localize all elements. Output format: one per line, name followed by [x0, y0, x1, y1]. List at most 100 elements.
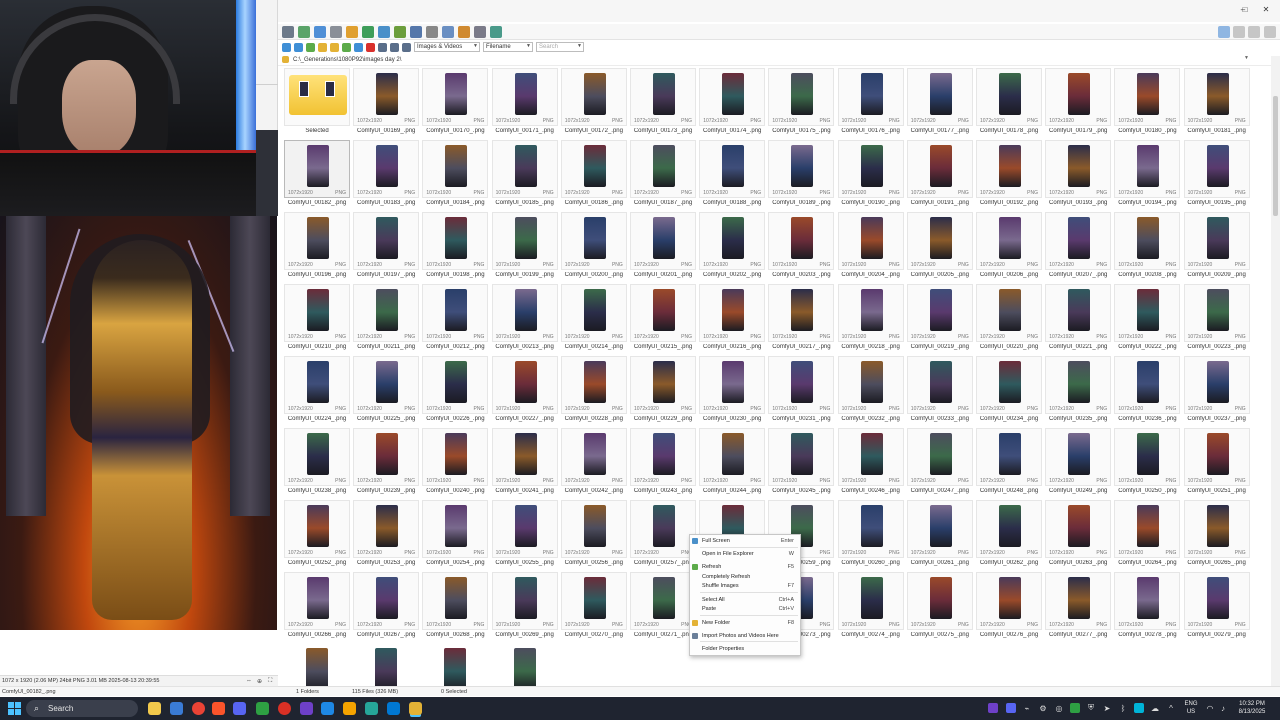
- network-tray-icon[interactable]: ⌁: [1022, 703, 1032, 713]
- image-tile[interactable]: 1072x1920 PNG ComfyUI_00191_.png: [906, 140, 973, 210]
- image-tile[interactable]: 1072x1920 PNG ComfyUI_00253_.png: [353, 500, 420, 570]
- image-tile[interactable]: 1072x1920 PNG ComfyUI_00228_.png: [560, 356, 627, 426]
- image-tile[interactable]: 1072x1920 PNG ComfyUI_00237_.png: [1183, 356, 1250, 426]
- filter-select[interactable]: Images & Videos ▼: [414, 42, 480, 52]
- image-tile[interactable]: 1072x1920 PNG ComfyUI_00230_.png: [699, 356, 766, 426]
- image-tile[interactable]: 1072x1920 PNG ComfyUI_00186_.png: [560, 140, 627, 210]
- image-tile[interactable]: 1072x1920 PNG ComfyUI_00262_.png: [976, 500, 1042, 570]
- image-tile[interactable]: 1072x1920 PNG ComfyUI_00208_.png: [1114, 212, 1181, 282]
- image-tile[interactable]: 1072x1920 PNG ComfyUI_00196_.png: [284, 212, 350, 282]
- search-input[interactable]: Search ▼: [536, 42, 584, 52]
- image-tile[interactable]: 1072x1920 PNG ComfyUI_00251_.png: [1183, 428, 1250, 498]
- image-tile[interactable]: 1072x1920 PNG ComfyUI_00238_.png: [284, 428, 350, 498]
- image-tile[interactable]: 1072x1920 PNG ComfyUI_00252_.png: [284, 500, 350, 570]
- app-icon[interactable]: [387, 702, 400, 715]
- image-tile[interactable]: 1072x1920 PNG ComfyUI_00221_.png: [1045, 284, 1112, 354]
- image-tile[interactable]: 1072x1920 PNG ComfyUI_00247_.png: [906, 428, 973, 498]
- layout-preview-icon[interactable]: [1264, 26, 1276, 38]
- image-tile[interactable]: 1072x1920 PNG ComfyUI_00170_.png: [422, 68, 489, 138]
- clock[interactable]: 10:32 PM 8/13/2025: [1232, 700, 1272, 716]
- address-bar[interactable]: C:\_Generations\1080P92\images day 2\ ▼: [278, 54, 1280, 66]
- volume-icon[interactable]: ♪: [1218, 703, 1228, 713]
- image-tile[interactable]: 1072x1920 PNG ComfyUI_00210_.png: [284, 284, 350, 354]
- move-icon[interactable]: [354, 42, 363, 52]
- image-tile[interactable]: 1072x1920 PNG ComfyUI_00200_.png: [560, 212, 627, 282]
- image-tile[interactable]: 1072x1920 PNG ComfyUI_00217_.png: [768, 284, 835, 354]
- image-tile[interactable]: 1072x1920 PNG ComfyUI_00219_.png: [906, 284, 973, 354]
- image-tile[interactable]: 1072x1920 PNG ComfyUI_00209_.png: [1183, 212, 1250, 282]
- image-tile[interactable]: 1072x1920 PNG ComfyUI_00216_.png: [699, 284, 766, 354]
- image-tile[interactable]: 1072x1920 PNG ComfyUI_00227_.png: [491, 356, 558, 426]
- image-tile[interactable]: 1072x1920 PNG ComfyUI_00187_.png: [630, 140, 696, 210]
- image-tile[interactable]: 1072x1920 PNG ComfyUI_00192_.png: [976, 140, 1042, 210]
- cloud-tray-icon[interactable]: ☁: [1150, 703, 1160, 713]
- image-tile[interactable]: 1072x1920 PNG ComfyUI_00255_.png: [491, 500, 558, 570]
- image-tile[interactable]: 1072x1920 PNG ComfyUI_00176_.png: [837, 68, 904, 138]
- image-tile[interactable]: 1072x1920 PNG ComfyUI_00225_.png: [353, 356, 420, 426]
- star-icon[interactable]: [346, 25, 358, 38]
- image-tile[interactable]: 1072x1920 PNG ComfyUI_00240_.png: [422, 428, 489, 498]
- image-tile[interactable]: 1072x1920 PNG ComfyUI_00222_.png: [1114, 284, 1181, 354]
- bluetooth-tray-icon[interactable]: ᛒ: [1118, 703, 1128, 713]
- image-tile[interactable]: 1072x1920 PNG ComfyUI_00190_.png: [837, 140, 904, 210]
- image-tile[interactable]: 1072x1920 PNG ComfyUI_00248_.png: [976, 428, 1042, 498]
- settings-tray-icon[interactable]: ⚙: [1038, 703, 1048, 713]
- image-tile[interactable]: 1072x1920 PNG ComfyUI_00193_.png: [1045, 140, 1112, 210]
- image-tile[interactable]: 1072x1920 PNG ComfyUI_00266_.png: [284, 572, 350, 642]
- slideshow-icon[interactable]: [410, 25, 422, 38]
- image-tile[interactable]: 1072x1920 PNG ComfyUI_00261_.png: [906, 500, 973, 570]
- image-tile[interactable]: 1072x1920 PNG ComfyUI_00214_.png: [560, 284, 627, 354]
- folder-icon[interactable]: [318, 42, 327, 52]
- steam-tray-icon[interactable]: ◎: [1054, 703, 1064, 713]
- image-tile[interactable]: 1072x1920 PNG ComfyUI_00263_.png: [1045, 500, 1112, 570]
- image-tile[interactable]: 1072x1920 PNG ComfyUI_00175_.png: [768, 68, 835, 138]
- image-tile[interactable]: 1072x1920 PNG ComfyUI_00189_.png: [768, 140, 835, 210]
- image-tile[interactable]: 1072x1920 PNG ComfyUI_00211_.png: [353, 284, 420, 354]
- image-tile[interactable]: 1072x1920 PNG ComfyUI_00243_.png: [630, 428, 696, 498]
- image-tile[interactable]: 1072x1920 PNG ComfyUI_00184_.png: [422, 140, 489, 210]
- image-tile[interactable]: 1072x1920 PNG ComfyUI_00244_.png: [699, 428, 766, 498]
- image-tile[interactable]: 1072x1920 PNG ComfyUI_00229_.png: [630, 356, 696, 426]
- image-tile[interactable]: 1072x1920 PNG ComfyUI_00174_.png: [699, 68, 766, 138]
- context-menu-item[interactable]: New Folder F8: [690, 618, 800, 628]
- image-tile[interactable]: 1072x1920 PNG ComfyUI_00241_.png: [491, 428, 558, 498]
- zoom-icon[interactable]: ⊕: [257, 678, 264, 685]
- folder-open-icon[interactable]: [314, 25, 326, 38]
- menu-icon[interactable]: [282, 25, 294, 38]
- image-tile[interactable]: 1072x1920 PNG ComfyUI_00183_.png: [353, 140, 420, 210]
- image-tile[interactable]: 1072x1920 PNG ComfyUI_00173_.png: [630, 68, 696, 138]
- tray-app-icon[interactable]: [988, 703, 998, 713]
- image-tile[interactable]: 1072x1920 PNG ComfyUI_00274_.png: [837, 572, 904, 642]
- notes-icon[interactable]: [321, 702, 334, 715]
- chrome-icon[interactable]: [192, 702, 205, 715]
- view-mode-icon[interactable]: [378, 42, 387, 52]
- forward-icon[interactable]: [294, 42, 303, 52]
- favorites-icon[interactable]: [330, 42, 339, 52]
- image-tile[interactable]: 1072x1920 PNG ComfyUI_00202_.png: [699, 212, 766, 282]
- layout-list-icon[interactable]: [1218, 26, 1230, 38]
- image-tile[interactable]: 1072x1920 PNG ComfyUI_00198_.png: [422, 212, 489, 282]
- image-tile[interactable]: 1072x1920 PNG ComfyUI_00172_.png: [560, 68, 627, 138]
- image-tile[interactable]: 1072x1920 PNG ComfyUI_00264_.png: [1114, 500, 1181, 570]
- scrollbar-thumb[interactable]: [1273, 96, 1278, 216]
- up-folder-icon[interactable]: [306, 42, 315, 52]
- print-icon[interactable]: [426, 25, 438, 38]
- security-tray-icon[interactable]: ⛨: [1086, 703, 1096, 713]
- brave-icon[interactable]: [212, 702, 225, 715]
- image-tile[interactable]: 1072x1920 PNG ComfyUI_00235_.png: [1045, 356, 1112, 426]
- image-tile[interactable]: 1072x1920 PNG ComfyUI_00203_.png: [768, 212, 835, 282]
- context-menu-item[interactable]: Import Photos and Videos Here: [690, 631, 800, 641]
- thumbnail-size-icon[interactable]: [390, 42, 399, 52]
- image-tile[interactable]: 1072x1920 PNG ComfyUI_00246_.png: [837, 428, 904, 498]
- rotate-icon[interactable]: [378, 25, 390, 38]
- language-indicator[interactable]: ENG US: [1180, 700, 1202, 716]
- context-menu-item[interactable]: Folder Properties: [690, 644, 800, 654]
- add-icon[interactable]: [298, 25, 310, 38]
- upload-icon[interactable]: [362, 25, 374, 38]
- image-tile[interactable]: 1072x1920 PNG ComfyUI_00279_.png: [1183, 572, 1250, 642]
- image-tile[interactable]: 1072x1920 PNG ComfyUI_00242_.png: [560, 428, 627, 498]
- discord-tray-icon[interactable]: [1006, 703, 1016, 713]
- image-tile[interactable]: 1072x1920 PNG ComfyUI_00257_.png: [630, 500, 696, 570]
- image-tile[interactable]: 1072x1920 PNG ComfyUI_00204_.png: [837, 212, 904, 282]
- image-tile[interactable]: 1072x1920 PNG ComfyUI_00267_.png: [353, 572, 420, 642]
